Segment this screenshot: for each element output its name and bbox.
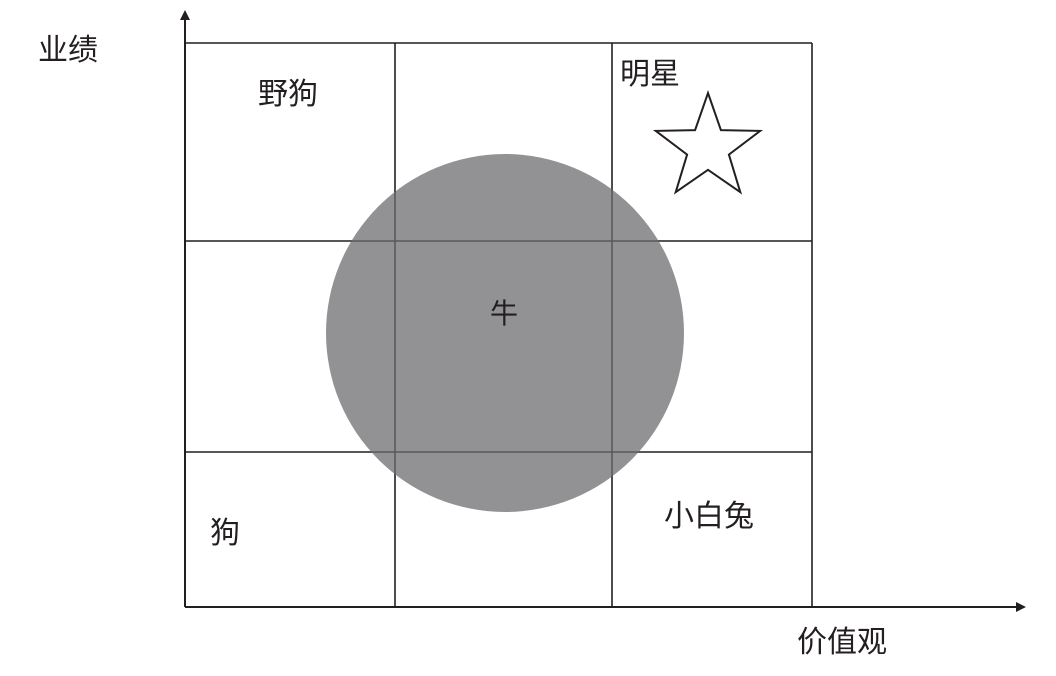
label-star: 明星 [620,57,680,92]
label-wild-dog: 野狗 [258,77,318,112]
star-outline-icon [652,89,764,195]
label-dog: 狗 [210,516,240,551]
label-white-rabbit: 小白兔 [664,499,754,534]
label-ox: 牛 [490,297,518,330]
matrix-canvas: 业绩 价值观 野狗 明星 牛 狗 小白兔 [38,10,1026,660]
talent-matrix-diagram: 业绩 价值观 野狗 明星 牛 狗 小白兔 [0,0,1056,676]
x-axis-label: 价值观 [797,625,887,660]
core-circle [326,154,684,512]
y-axis-label: 业绩 [38,33,98,68]
